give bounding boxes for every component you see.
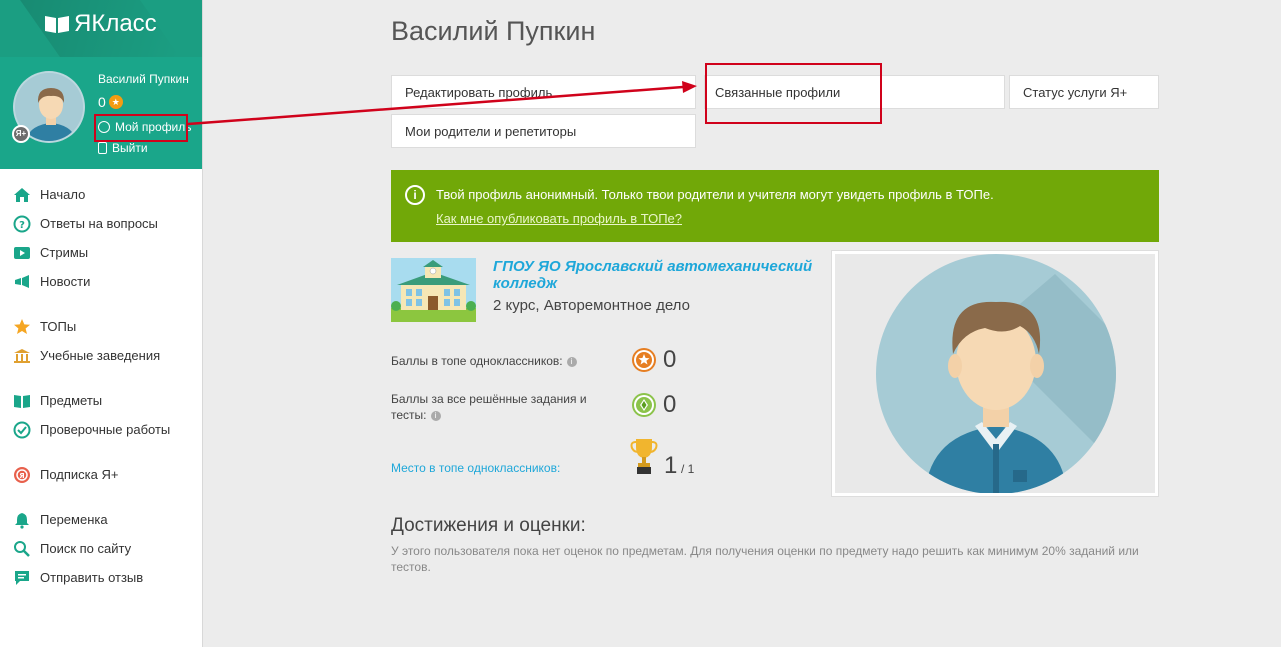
rank-total: / 1 xyxy=(681,462,695,476)
nav-item-subscription[interactable]: Я Подписка Я+ xyxy=(0,460,203,489)
logo-text: ЯКласс xyxy=(74,10,157,37)
tab-parents-tutors[interactable]: Мои родители и репетиторы xyxy=(391,114,696,148)
sidebar: ЯКласс Я+ Василий Пупкин 0 ★ Мой профиль… xyxy=(0,0,203,647)
nav-label: Поиск по сайту xyxy=(40,541,132,556)
nav-label: ТОПы xyxy=(40,319,77,334)
question-icon: ? xyxy=(13,215,31,233)
info-icon[interactable]: i xyxy=(430,410,441,421)
nav-label: Переменка xyxy=(40,512,108,527)
home-icon xyxy=(13,186,31,204)
sidebar-nav: Начало ? Ответы на вопросы Стримы Новост… xyxy=(0,180,203,608)
score-value: 0 xyxy=(98,94,106,110)
svg-text:Я: Я xyxy=(19,472,24,480)
achievements-title: Достижения и оценки: xyxy=(391,515,586,536)
nav-item-tops[interactable]: ТОПы xyxy=(0,312,203,341)
tasks-score-text: Баллы за все решённые задания и тесты: xyxy=(391,392,587,422)
nav-item-subjects[interactable]: Предметы xyxy=(0,386,203,415)
profile-avatar-large xyxy=(831,250,1159,497)
tab-edit-profile[interactable]: Редактировать профиль xyxy=(391,75,696,109)
star-badge-icon xyxy=(632,348,656,372)
user-card: Я+ Василий Пупкин 0 ★ Мой профиль Выйти xyxy=(0,57,202,169)
avatar-illustration xyxy=(876,254,1116,494)
nav-label: Новости xyxy=(40,274,91,289)
nav-label: Подписка Я+ xyxy=(40,467,119,482)
star-icon xyxy=(13,318,31,336)
diamond-badge-icon xyxy=(632,393,656,417)
user-name[interactable]: Василий Пупкин xyxy=(98,72,189,86)
institution-icon xyxy=(13,347,31,365)
highlight-linked-profiles xyxy=(705,63,882,124)
nav-label: Проверочные работы xyxy=(40,422,171,437)
nav-label: Ответы на вопросы xyxy=(40,216,158,231)
logo[interactable]: ЯКласс xyxy=(44,10,157,38)
ya-plus-badge: Я+ xyxy=(12,125,30,143)
tab-ya-plus-status[interactable]: Статус услуги Я+ xyxy=(1009,75,1159,109)
nav-item-streams[interactable]: Стримы xyxy=(0,238,203,267)
nav-item-search[interactable]: Поиск по сайту xyxy=(0,534,203,563)
nav-item-news[interactable]: Новости xyxy=(0,267,203,296)
book-logo-icon xyxy=(45,16,69,33)
page-title: Василий Пупкин xyxy=(391,16,596,46)
svg-text:?: ? xyxy=(19,220,25,231)
school-image xyxy=(391,258,476,322)
nav-item-institutions[interactable]: Учебные заведения xyxy=(0,341,203,370)
nav-item-feedback[interactable]: Отправить отзыв xyxy=(0,563,203,592)
star-icon: ★ xyxy=(108,95,123,109)
nav-label: Отправить отзыв xyxy=(40,570,144,585)
door-icon xyxy=(98,142,107,154)
trophy-icon xyxy=(630,437,658,480)
book-icon xyxy=(13,392,31,410)
logo-bar: ЯКласс xyxy=(0,0,202,57)
achievements-text: У этого пользователя пока нет оценок по … xyxy=(391,544,1139,574)
anonymous-notice: i Твой профиль анонимный. Только твои ро… xyxy=(391,170,1159,242)
search-icon xyxy=(13,540,31,558)
nav-item-break[interactable]: Переменка xyxy=(0,505,203,534)
bell-icon xyxy=(13,511,31,529)
tasks-score-label: Баллы за все решённые задания и тесты: i xyxy=(391,391,616,423)
nav-label: Начало xyxy=(40,187,86,202)
nav-label: Учебные заведения xyxy=(40,348,161,363)
nav-item-tests[interactable]: Проверочные работы xyxy=(0,415,203,444)
nav-label: Стримы xyxy=(40,245,89,260)
rank-value: 1 xyxy=(664,452,678,479)
top-score-label: Баллы в топе одноклассников: i xyxy=(391,353,577,369)
info-icon: i xyxy=(405,185,425,205)
highlight-my-profile xyxy=(94,114,188,142)
top-score-value: 0 xyxy=(663,346,677,373)
user-score: 0 ★ xyxy=(98,94,123,110)
rank-link[interactable]: Место в топе одноклассников: xyxy=(391,461,560,475)
logout-link[interactable]: Выйти xyxy=(98,141,148,155)
stream-icon xyxy=(13,244,31,262)
news-icon xyxy=(13,273,31,291)
publish-profile-link[interactable]: Как мне опубликовать профиль в ТОПе? xyxy=(436,211,682,226)
notice-text: Твой профиль анонимный. Только твои роди… xyxy=(436,187,994,202)
school-course: 2 курс, Авторемонтное дело xyxy=(493,297,690,314)
subscription-icon: Я xyxy=(13,466,31,484)
school-name-link[interactable]: ГПОУ ЯО Ярославский автомеханический кол… xyxy=(493,258,823,292)
nav-label: Предметы xyxy=(40,393,103,408)
nav-item-home[interactable]: Начало xyxy=(0,180,203,209)
tasks-score-value: 0 xyxy=(663,391,677,418)
top-score-text: Баллы в топе одноклассников: xyxy=(391,354,563,368)
logout-label: Выйти xyxy=(112,141,148,155)
info-icon[interactable]: i xyxy=(566,356,577,367)
feedback-icon xyxy=(13,569,31,587)
check-icon xyxy=(13,421,31,439)
nav-item-answers[interactable]: ? Ответы на вопросы xyxy=(0,209,203,238)
